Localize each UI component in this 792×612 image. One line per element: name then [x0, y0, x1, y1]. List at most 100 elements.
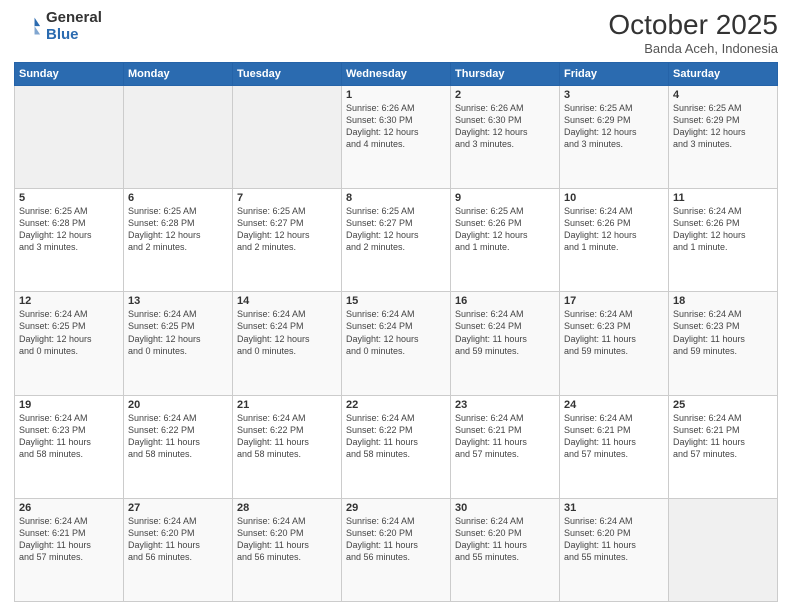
day-info: Sunrise: 6:24 AM Sunset: 6:24 PM Dayligh… [237, 308, 337, 357]
day-info: Sunrise: 6:25 AM Sunset: 6:27 PM Dayligh… [237, 205, 337, 254]
calendar-week-2: 5Sunrise: 6:25 AM Sunset: 6:28 PM Daylig… [15, 189, 778, 292]
calendar-cell: 14Sunrise: 6:24 AM Sunset: 6:24 PM Dayli… [233, 292, 342, 395]
calendar-week-1: 1Sunrise: 6:26 AM Sunset: 6:30 PM Daylig… [15, 85, 778, 188]
day-info: Sunrise: 6:24 AM Sunset: 6:21 PM Dayligh… [455, 412, 555, 461]
calendar-cell: 23Sunrise: 6:24 AM Sunset: 6:21 PM Dayli… [451, 395, 560, 498]
day-number: 2 [455, 89, 555, 101]
day-info: Sunrise: 6:24 AM Sunset: 6:20 PM Dayligh… [346, 515, 446, 564]
calendar-cell: 11Sunrise: 6:24 AM Sunset: 6:26 PM Dayli… [669, 189, 778, 292]
calendar-cell: 29Sunrise: 6:24 AM Sunset: 6:20 PM Dayli… [342, 498, 451, 601]
day-number: 10 [564, 192, 664, 204]
calendar-week-3: 12Sunrise: 6:24 AM Sunset: 6:25 PM Dayli… [15, 292, 778, 395]
day-number: 9 [455, 192, 555, 204]
calendar-cell: 26Sunrise: 6:24 AM Sunset: 6:21 PM Dayli… [15, 498, 124, 601]
day-number: 8 [346, 192, 446, 204]
col-saturday: Saturday [669, 62, 778, 85]
calendar-cell: 28Sunrise: 6:24 AM Sunset: 6:20 PM Dayli… [233, 498, 342, 601]
day-info: Sunrise: 6:26 AM Sunset: 6:30 PM Dayligh… [455, 102, 555, 151]
day-info: Sunrise: 6:26 AM Sunset: 6:30 PM Dayligh… [346, 102, 446, 151]
day-number: 12 [19, 295, 119, 307]
day-info: Sunrise: 6:25 AM Sunset: 6:28 PM Dayligh… [128, 205, 228, 254]
title-block: October 2025 Banda Aceh, Indonesia [608, 10, 778, 56]
day-info: Sunrise: 6:24 AM Sunset: 6:20 PM Dayligh… [128, 515, 228, 564]
day-number: 15 [346, 295, 446, 307]
logo: General Blue [14, 10, 102, 43]
day-info: Sunrise: 6:25 AM Sunset: 6:29 PM Dayligh… [673, 102, 773, 151]
day-info: Sunrise: 6:24 AM Sunset: 6:24 PM Dayligh… [346, 308, 446, 357]
calendar-cell: 6Sunrise: 6:25 AM Sunset: 6:28 PM Daylig… [124, 189, 233, 292]
day-number: 4 [673, 89, 773, 101]
calendar-cell: 16Sunrise: 6:24 AM Sunset: 6:24 PM Dayli… [451, 292, 560, 395]
day-info: Sunrise: 6:24 AM Sunset: 6:25 PM Dayligh… [19, 308, 119, 357]
day-info: Sunrise: 6:24 AM Sunset: 6:25 PM Dayligh… [128, 308, 228, 357]
day-number: 22 [346, 399, 446, 411]
day-number: 11 [673, 192, 773, 204]
calendar-body: 1Sunrise: 6:26 AM Sunset: 6:30 PM Daylig… [15, 85, 778, 601]
logo-blue-text: Blue [46, 27, 102, 44]
day-info: Sunrise: 6:24 AM Sunset: 6:20 PM Dayligh… [564, 515, 664, 564]
day-number: 30 [455, 502, 555, 514]
day-info: Sunrise: 6:25 AM Sunset: 6:28 PM Dayligh… [19, 205, 119, 254]
calendar-cell [669, 498, 778, 601]
day-info: Sunrise: 6:24 AM Sunset: 6:23 PM Dayligh… [564, 308, 664, 357]
day-info: Sunrise: 6:24 AM Sunset: 6:23 PM Dayligh… [673, 308, 773, 357]
calendar-cell: 27Sunrise: 6:24 AM Sunset: 6:20 PM Dayli… [124, 498, 233, 601]
day-number: 27 [128, 502, 228, 514]
day-number: 28 [237, 502, 337, 514]
day-info: Sunrise: 6:24 AM Sunset: 6:26 PM Dayligh… [564, 205, 664, 254]
day-info: Sunrise: 6:24 AM Sunset: 6:22 PM Dayligh… [237, 412, 337, 461]
day-number: 14 [237, 295, 337, 307]
calendar-cell: 13Sunrise: 6:24 AM Sunset: 6:25 PM Dayli… [124, 292, 233, 395]
day-number: 5 [19, 192, 119, 204]
calendar-cell: 24Sunrise: 6:24 AM Sunset: 6:21 PM Dayli… [560, 395, 669, 498]
calendar-cell: 2Sunrise: 6:26 AM Sunset: 6:30 PM Daylig… [451, 85, 560, 188]
day-info: Sunrise: 6:24 AM Sunset: 6:26 PM Dayligh… [673, 205, 773, 254]
day-info: Sunrise: 6:24 AM Sunset: 6:21 PM Dayligh… [564, 412, 664, 461]
calendar-cell: 19Sunrise: 6:24 AM Sunset: 6:23 PM Dayli… [15, 395, 124, 498]
calendar-header-row: Sunday Monday Tuesday Wednesday Thursday… [15, 62, 778, 85]
day-info: Sunrise: 6:25 AM Sunset: 6:29 PM Dayligh… [564, 102, 664, 151]
day-info: Sunrise: 6:24 AM Sunset: 6:21 PM Dayligh… [673, 412, 773, 461]
day-info: Sunrise: 6:25 AM Sunset: 6:26 PM Dayligh… [455, 205, 555, 254]
day-number: 23 [455, 399, 555, 411]
calendar-cell: 15Sunrise: 6:24 AM Sunset: 6:24 PM Dayli… [342, 292, 451, 395]
calendar-week-5: 26Sunrise: 6:24 AM Sunset: 6:21 PM Dayli… [15, 498, 778, 601]
day-info: Sunrise: 6:25 AM Sunset: 6:27 PM Dayligh… [346, 205, 446, 254]
day-info: Sunrise: 6:24 AM Sunset: 6:21 PM Dayligh… [19, 515, 119, 564]
col-monday: Monday [124, 62, 233, 85]
day-number: 31 [564, 502, 664, 514]
calendar-cell [233, 85, 342, 188]
calendar-cell: 18Sunrise: 6:24 AM Sunset: 6:23 PM Dayli… [669, 292, 778, 395]
day-number: 7 [237, 192, 337, 204]
calendar-cell: 12Sunrise: 6:24 AM Sunset: 6:25 PM Dayli… [15, 292, 124, 395]
col-tuesday: Tuesday [233, 62, 342, 85]
col-wednesday: Wednesday [342, 62, 451, 85]
day-info: Sunrise: 6:24 AM Sunset: 6:22 PM Dayligh… [128, 412, 228, 461]
logo-general-text: General [46, 10, 102, 27]
day-number: 29 [346, 502, 446, 514]
day-number: 6 [128, 192, 228, 204]
day-number: 19 [19, 399, 119, 411]
calendar-cell: 10Sunrise: 6:24 AM Sunset: 6:26 PM Dayli… [560, 189, 669, 292]
calendar-cell: 20Sunrise: 6:24 AM Sunset: 6:22 PM Dayli… [124, 395, 233, 498]
calendar-cell: 17Sunrise: 6:24 AM Sunset: 6:23 PM Dayli… [560, 292, 669, 395]
calendar-cell: 30Sunrise: 6:24 AM Sunset: 6:20 PM Dayli… [451, 498, 560, 601]
calendar-title: October 2025 [608, 10, 778, 41]
logo-icon [14, 13, 42, 41]
calendar-cell: 7Sunrise: 6:25 AM Sunset: 6:27 PM Daylig… [233, 189, 342, 292]
day-number: 1 [346, 89, 446, 101]
calendar-week-4: 19Sunrise: 6:24 AM Sunset: 6:23 PM Dayli… [15, 395, 778, 498]
calendar-cell: 9Sunrise: 6:25 AM Sunset: 6:26 PM Daylig… [451, 189, 560, 292]
calendar-cell: 8Sunrise: 6:25 AM Sunset: 6:27 PM Daylig… [342, 189, 451, 292]
day-info: Sunrise: 6:24 AM Sunset: 6:20 PM Dayligh… [237, 515, 337, 564]
day-number: 18 [673, 295, 773, 307]
logo-text: General Blue [46, 10, 102, 43]
col-sunday: Sunday [15, 62, 124, 85]
day-number: 17 [564, 295, 664, 307]
day-number: 21 [237, 399, 337, 411]
header: General Blue October 2025 Banda Aceh, In… [14, 10, 778, 56]
calendar-cell: 5Sunrise: 6:25 AM Sunset: 6:28 PM Daylig… [15, 189, 124, 292]
calendar-cell: 4Sunrise: 6:25 AM Sunset: 6:29 PM Daylig… [669, 85, 778, 188]
calendar-cell [15, 85, 124, 188]
calendar-cell: 25Sunrise: 6:24 AM Sunset: 6:21 PM Dayli… [669, 395, 778, 498]
